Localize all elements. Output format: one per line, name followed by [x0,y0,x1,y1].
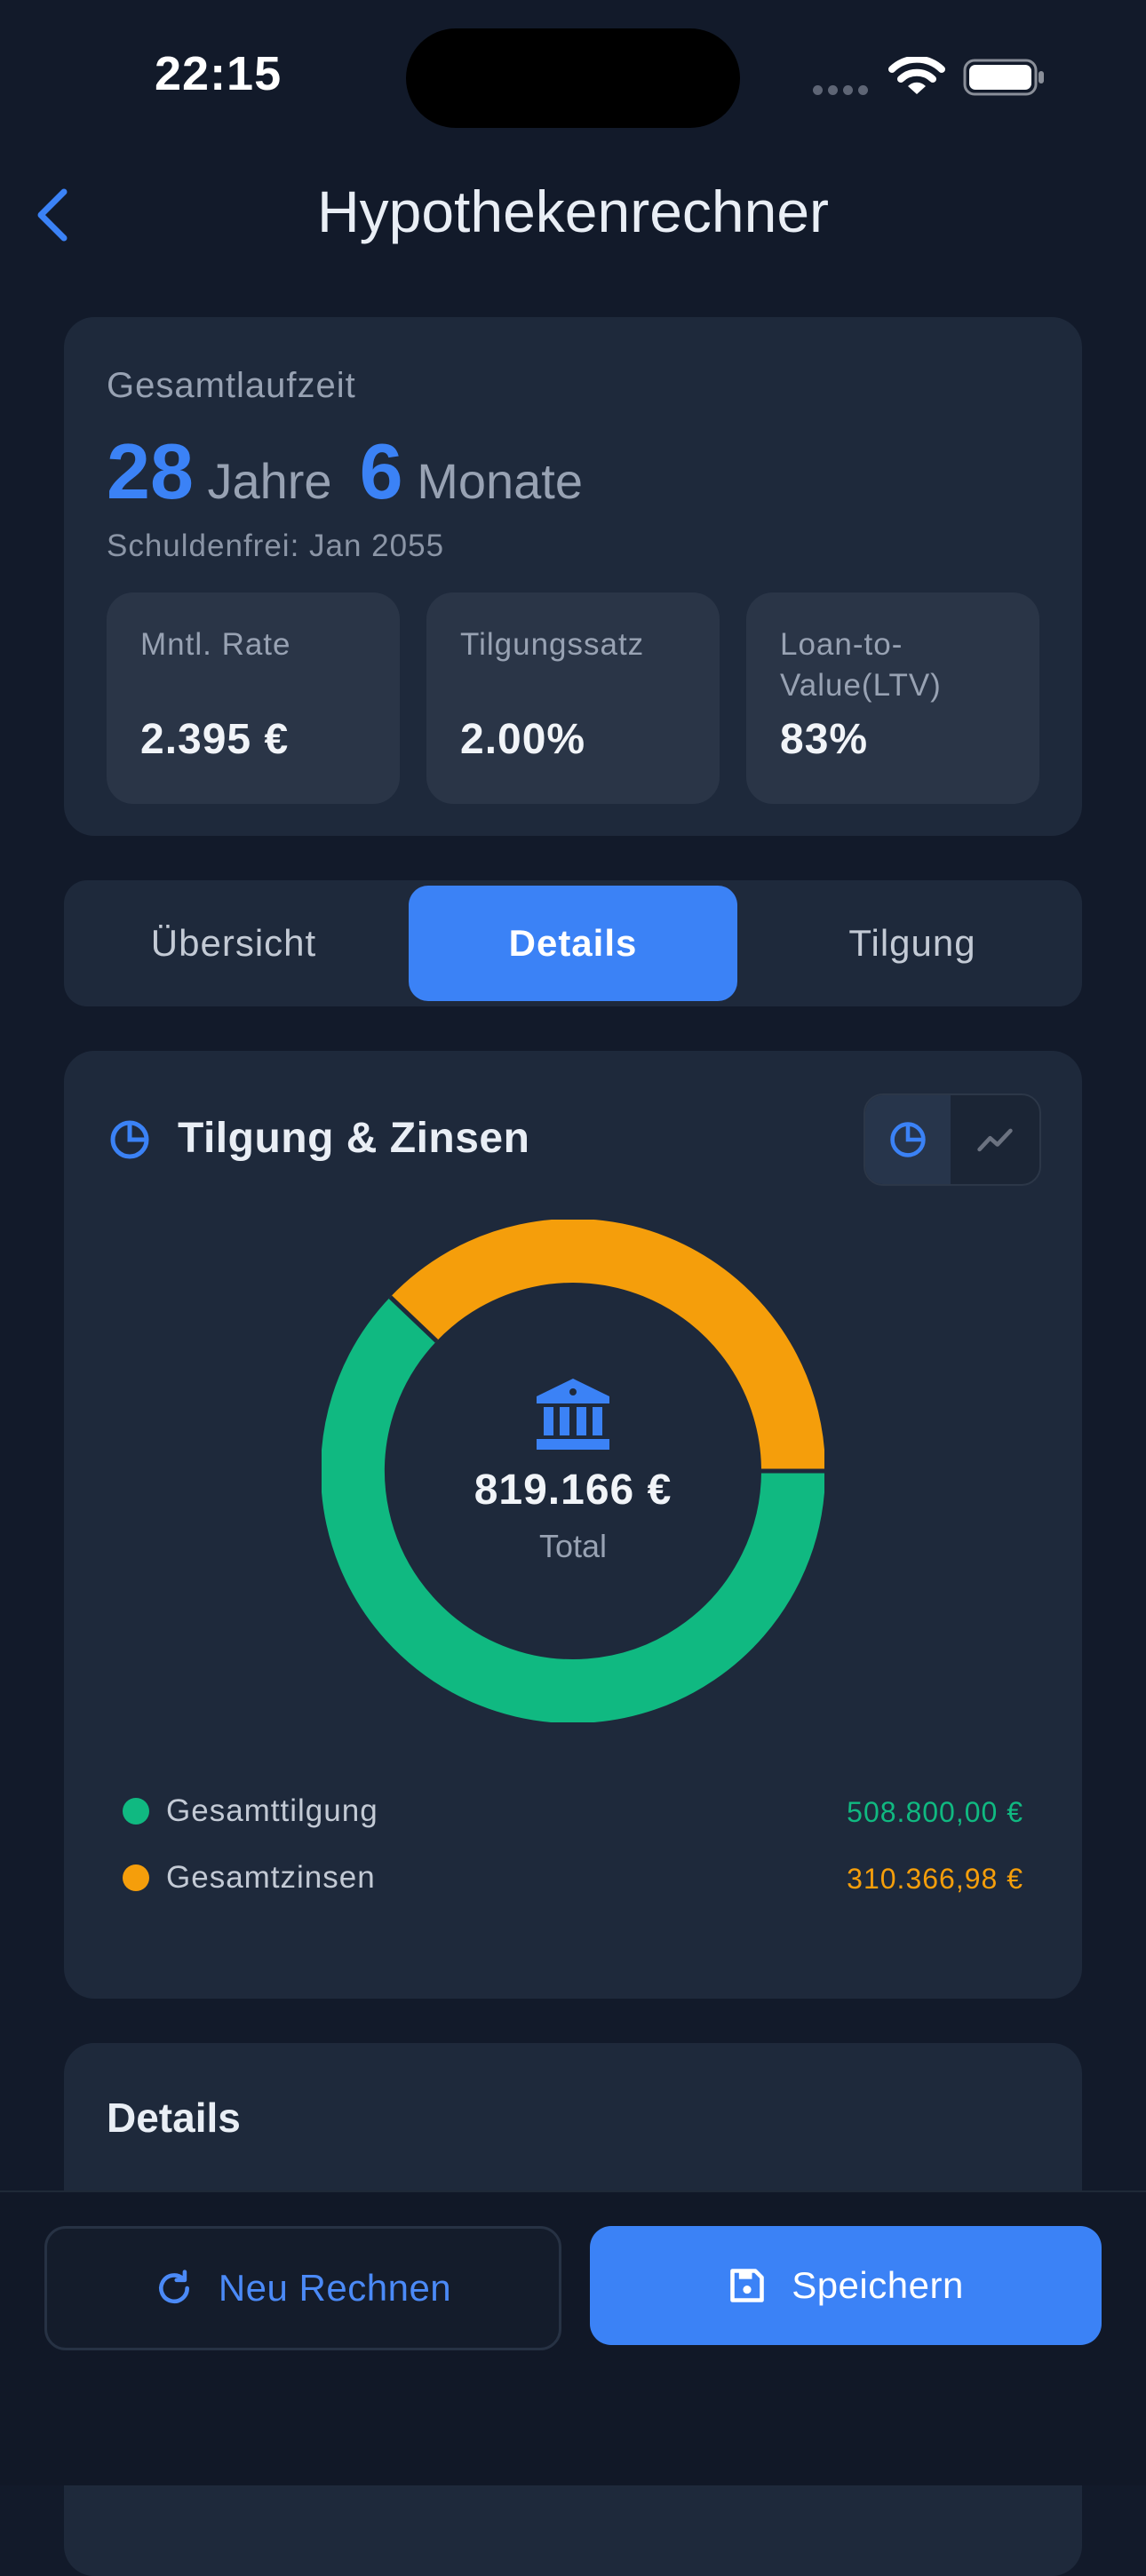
line-view-button[interactable] [952,1095,1038,1184]
total-label: Total [538,1528,608,1564]
pie-view-button[interactable] [865,1095,951,1184]
stat-repayment-rate: Tilgungssatz 2.00% [426,592,720,804]
stat-value: 2.395 € [140,716,290,763]
total-duration: 28 Jahre 6 Monate [107,426,583,517]
line-chart-icon [977,1128,1013,1152]
legend-value-interest: 310.366,98 € [847,1863,1023,1895]
years-unit: Jahre [207,453,332,509]
recalculate-button[interactable]: Neu Rechnen [44,2226,561,2350]
stat-label: Mntl. Rate [140,627,291,662]
legend-label-interest: Gesamtzinsen [166,1860,376,1895]
dynamic-island [406,28,740,128]
months-value: 6 [359,427,403,515]
years-value: 28 [107,427,194,515]
wifi-icon [888,57,945,94]
months-unit: Monate [417,453,583,509]
chart-title: Tilgung & Zinsen [178,1115,530,1162]
debt-free-date: Schuldenfrei: Jan 2055 [107,529,445,563]
tab-details[interactable]: Details [409,886,737,1001]
legend-value-repayment: 508.800,00 € [847,1796,1023,1828]
total-duration-label: Gesamtlaufzeit [107,366,356,405]
chart-type-toggle [863,1093,1041,1186]
save-label: Speichern [792,2264,964,2306]
battery-icon [963,59,1044,96]
cellular-signal-icon [813,83,873,99]
legend-label-repayment: Gesamttilgung [166,1793,378,1828]
stat-value: 83% [780,716,869,763]
legend-dot-interest [123,1864,149,1891]
page-title: Hypothekenrechner [316,179,830,244]
stat-label: Tilgungssatz [460,627,645,662]
stat-monthly-rate: Mntl. Rate 2.395 € [107,592,400,804]
status-time: 22:15 [155,47,283,100]
pie-chart-icon [110,1120,149,1159]
tab-overview[interactable]: Übersicht [69,886,398,1001]
recalculate-label: Neu Rechnen [218,2267,452,2309]
legend-dot-repayment [123,1798,149,1825]
stat-ltv: Loan-to-Value(LTV) 83% [746,592,1039,804]
stat-label: Loan-to-Value(LTV) [780,627,942,703]
total-amount: 819.166 € [474,1467,672,1514]
pie-chart-icon [890,1122,926,1157]
refresh-icon [158,2270,189,2303]
save-icon [730,2269,764,2302]
stat-value: 2.00% [460,716,586,763]
save-button[interactable]: Speichern [590,2226,1102,2345]
details-title: Details [107,2095,241,2141]
tab-repayment[interactable]: Tilgung [748,886,1077,1001]
bank-icon [537,1379,609,1450]
